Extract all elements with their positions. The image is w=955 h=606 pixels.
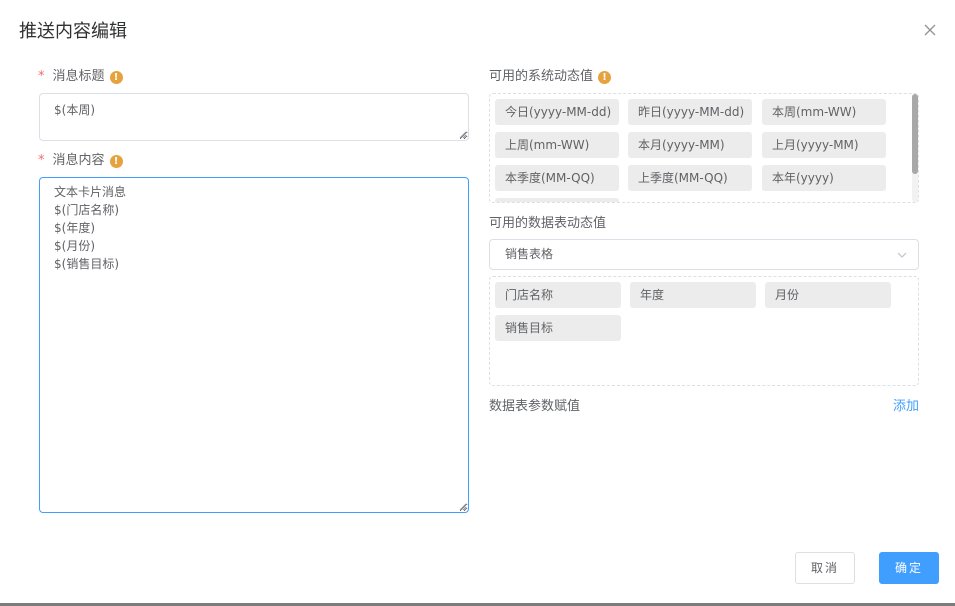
table-select[interactable]: 销售表格 — [489, 239, 919, 270]
confirm-button[interactable]: 确定 — [879, 552, 939, 584]
resize-handle-icon[interactable] — [459, 131, 467, 139]
message-title-input[interactable]: $(本周) — [39, 93, 469, 141]
table-values-label: 可用的数据表动态值 — [489, 216, 606, 232]
chevron-down-icon — [896, 249, 908, 261]
param-assign-label-text: 数据表参数赋值 — [489, 399, 581, 414]
message-content-label-text: 消息内容 — [52, 153, 105, 168]
table-value-chip[interactable]: 门店名称 — [495, 282, 621, 308]
table-value-chip[interactable]: 月份 — [765, 282, 891, 308]
message-content-label: * 消息内容 ! — [38, 153, 123, 169]
required-mark: * — [38, 69, 45, 84]
required-mark: * — [38, 153, 45, 168]
system-value-chip[interactable]: 本周(mm-WW) — [762, 99, 886, 125]
message-title-label: * 消息标题 ! — [38, 69, 123, 85]
message-title-label-text: 消息标题 — [52, 69, 105, 84]
table-values-label-text: 可用的数据表动态值 — [489, 216, 607, 231]
table-values-box: 门店名称 年度 月份 销售目标 — [489, 276, 919, 386]
system-value-chip-partial[interactable] — [495, 198, 619, 202]
system-value-chip[interactable]: 今日(yyyy-MM-dd) — [495, 99, 619, 125]
table-select-value: 销售表格 — [505, 247, 554, 261]
info-icon[interactable]: ! — [109, 70, 123, 84]
param-assign-label: 数据表参数赋值 — [489, 399, 580, 415]
cancel-button[interactable]: 取消 — [795, 552, 855, 584]
system-value-chip[interactable]: 本年(yyyy) — [762, 165, 886, 191]
message-content-input[interactable]: 文本卡片消息 $(门店名称) $(年度) $(月份) $(销售目标) — [39, 177, 469, 513]
add-param-link[interactable]: 添加 — [893, 399, 919, 415]
system-values-box: 今日(yyyy-MM-dd) 昨日(yyyy-MM-dd) 本周(mm-WW) … — [489, 93, 919, 203]
table-value-chip[interactable]: 销售目标 — [495, 315, 621, 341]
resize-handle-icon[interactable] — [459, 503, 467, 511]
system-value-chip[interactable]: 上月(yyyy-MM) — [762, 132, 886, 158]
close-icon[interactable] — [921, 21, 939, 39]
system-value-chip[interactable]: 本月(yyyy-MM) — [628, 132, 752, 158]
scrollbar-thumb[interactable] — [912, 94, 918, 174]
system-value-chip[interactable]: 本季度(MM-QQ) — [495, 165, 619, 191]
scrollbar[interactable] — [912, 94, 918, 202]
system-value-chip[interactable]: 上季度(MM-QQ) — [628, 165, 752, 191]
dialog-title: 推送内容编辑 — [19, 21, 127, 42]
info-icon[interactable]: ! — [598, 70, 612, 84]
system-values-label-text: 可用的系统动态值 — [489, 69, 594, 84]
table-value-chip[interactable]: 年度 — [630, 282, 756, 308]
system-value-chip[interactable]: 上周(mm-WW) — [495, 132, 619, 158]
info-icon[interactable]: ! — [109, 154, 123, 168]
system-value-chip[interactable]: 昨日(yyyy-MM-dd) — [628, 99, 752, 125]
system-values-label: 可用的系统动态值 ! — [489, 69, 612, 85]
